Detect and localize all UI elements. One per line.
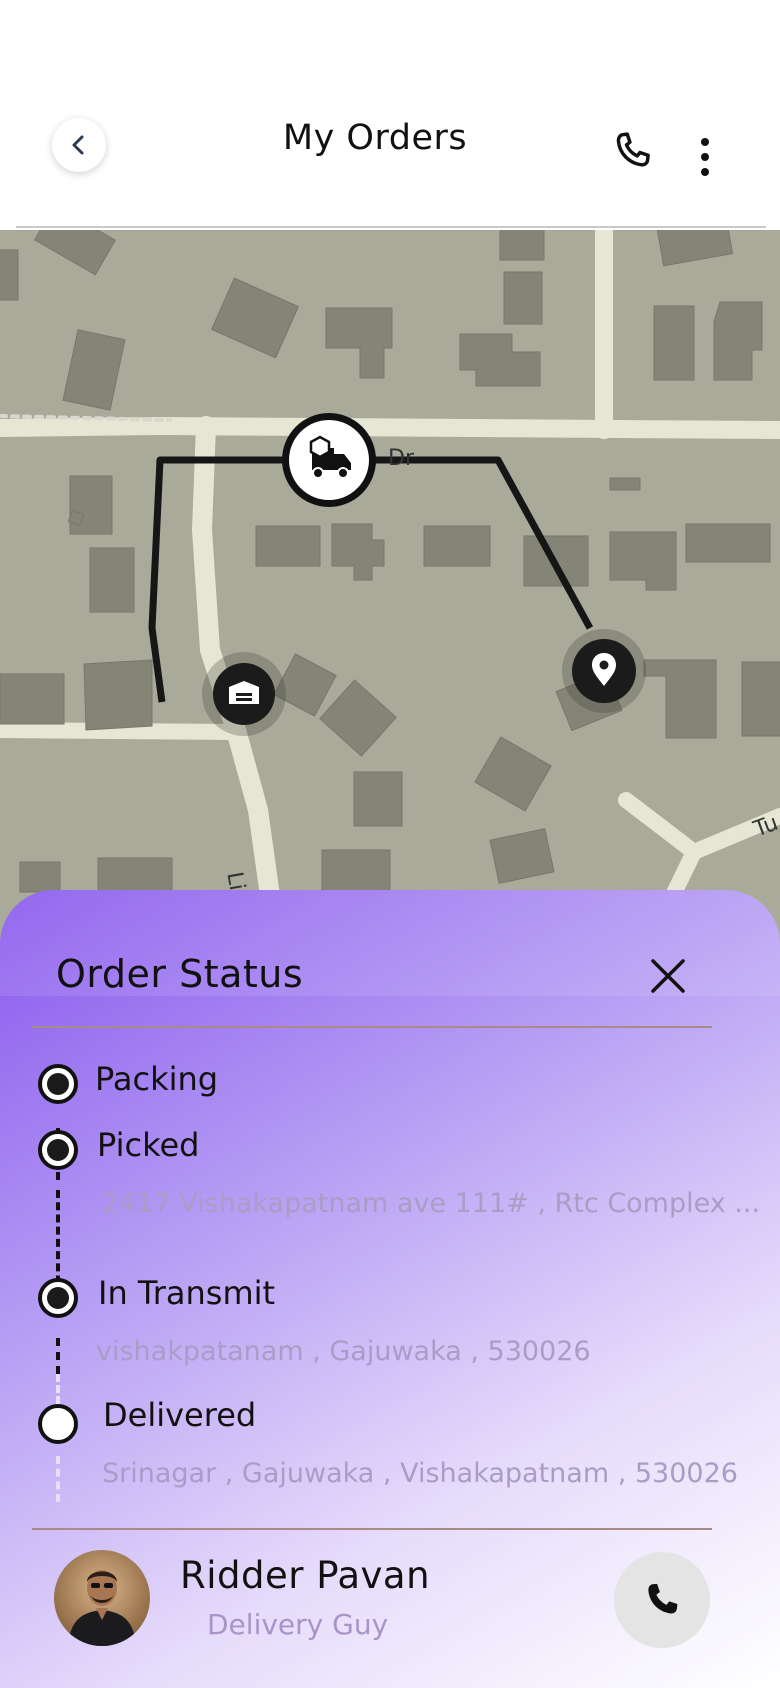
divider (32, 1026, 712, 1028)
step-label-picked: Picked (97, 1126, 200, 1164)
top-bar: My Orders (0, 0, 780, 228)
delivery-truck-icon[interactable] (282, 413, 376, 507)
more-dot (701, 153, 709, 161)
warehouse-icon[interactable] (202, 652, 286, 736)
step-dot-packing (38, 1064, 78, 1104)
step-address-in-transit: vishakpatanam , Gajuwaka , 530026 (96, 1336, 591, 1367)
more-vertical-icon (701, 138, 709, 146)
more-dot (701, 168, 709, 176)
phone-icon (648, 1583, 678, 1614)
step-dot-in-transit (38, 1278, 78, 1318)
step-dot-picked (38, 1130, 78, 1170)
driver-photo (54, 1550, 150, 1646)
step-dot-delivered (38, 1404, 78, 1444)
close-icon (651, 959, 685, 993)
step-address-delivered: Srinagar , Gajuwaka , Vishakapatnam , 53… (102, 1458, 738, 1489)
timeline-connector (56, 1456, 60, 1502)
close-button[interactable] (648, 956, 688, 996)
step-label-in-transit: In Transmit (98, 1274, 276, 1312)
timeline-connector (56, 1338, 60, 1374)
step-label-packing: Packing (95, 1060, 219, 1098)
call-button[interactable] (610, 128, 658, 176)
avatar (54, 1550, 150, 1646)
divider (32, 1528, 712, 1530)
street-label: Dr (388, 446, 414, 471)
driver-name: Ridder Pavan (180, 1554, 431, 1597)
timeline-connector (56, 1374, 60, 1404)
step-address-picked: 2417 Vishakapatnam ave 111# , Rtc Comple… (102, 1188, 761, 1219)
sheet-title: Order Status (56, 952, 304, 996)
call-driver-button[interactable] (614, 1552, 710, 1648)
driver-role: Delivery Guy (207, 1608, 389, 1641)
header-divider (16, 226, 766, 228)
more-options-button[interactable] (690, 132, 720, 182)
step-label-delivered: Delivered (103, 1396, 257, 1434)
location-pin-icon[interactable] (562, 629, 646, 713)
map-canvas (0, 230, 780, 996)
phone-icon (616, 132, 650, 167)
delivery-map[interactable]: Dr Little Tre Tu (0, 230, 780, 996)
